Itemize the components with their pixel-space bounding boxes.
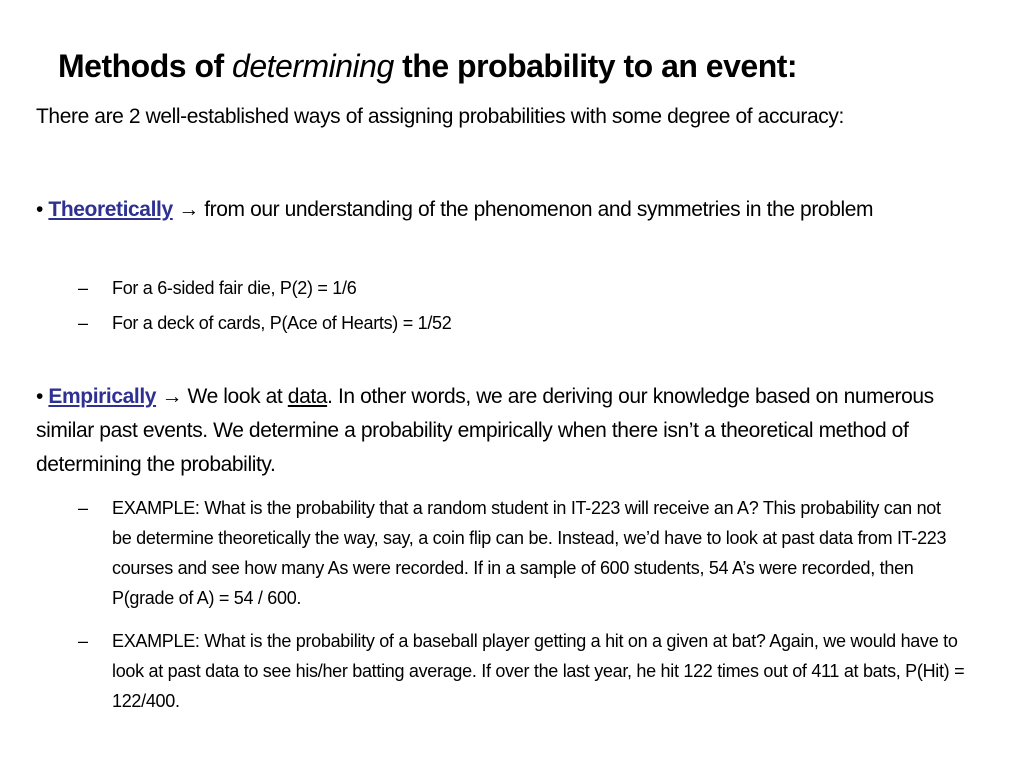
subitem-text: For a deck of cards, P(Ace of Hearts) = … bbox=[112, 313, 452, 333]
bullet-theoretically: • Theoretically → from our understanding… bbox=[36, 193, 956, 227]
subitem-text: EXAMPLE: What is the probability that a … bbox=[112, 498, 947, 608]
subitem-die: – For a 6-sided fair die, P(2) = 1/6 bbox=[78, 273, 938, 303]
bullet-text-before: We look at bbox=[182, 385, 288, 408]
bullet-empirically: • Empirically → We look at data. In othe… bbox=[36, 380, 976, 482]
subitem-example-student: – EXAMPLE: What is the probability that … bbox=[78, 493, 958, 613]
intro-paragraph: There are 2 well-established ways of ass… bbox=[36, 105, 844, 128]
title-italic: determining bbox=[232, 48, 394, 84]
subitem-text: EXAMPLE: What is the probability of a ba… bbox=[112, 631, 965, 711]
bullet-dot: • bbox=[36, 198, 43, 221]
keyword-empirically: Empirically bbox=[48, 385, 157, 408]
right-arrow-icon: → bbox=[161, 385, 183, 408]
subitem-text: For a 6-sided fair die, P(2) = 1/6 bbox=[112, 278, 357, 298]
dash-marker: – bbox=[78, 313, 88, 333]
dash-marker: – bbox=[78, 498, 88, 518]
underlined-data: data bbox=[287, 385, 328, 408]
title-part-2: the probability to an event: bbox=[393, 48, 798, 84]
slide: Methods of determining the probability t… bbox=[0, 0, 1024, 768]
bullet-text: from our understanding of the phenomenon… bbox=[198, 198, 874, 221]
bullet-dot: • bbox=[36, 385, 43, 408]
dash-marker: – bbox=[78, 631, 88, 651]
dash-marker: – bbox=[78, 278, 88, 298]
right-arrow-icon: → bbox=[178, 198, 199, 221]
subitem-example-baseball: – EXAMPLE: What is the probability of a … bbox=[78, 626, 968, 716]
slide-title: Methods of determining the probability t… bbox=[58, 48, 978, 85]
keyword-theoretically: Theoretically bbox=[48, 198, 173, 221]
title-part-1: Methods of bbox=[58, 48, 233, 84]
subitem-cards: – For a deck of cards, P(Ace of Hearts) … bbox=[78, 308, 938, 338]
